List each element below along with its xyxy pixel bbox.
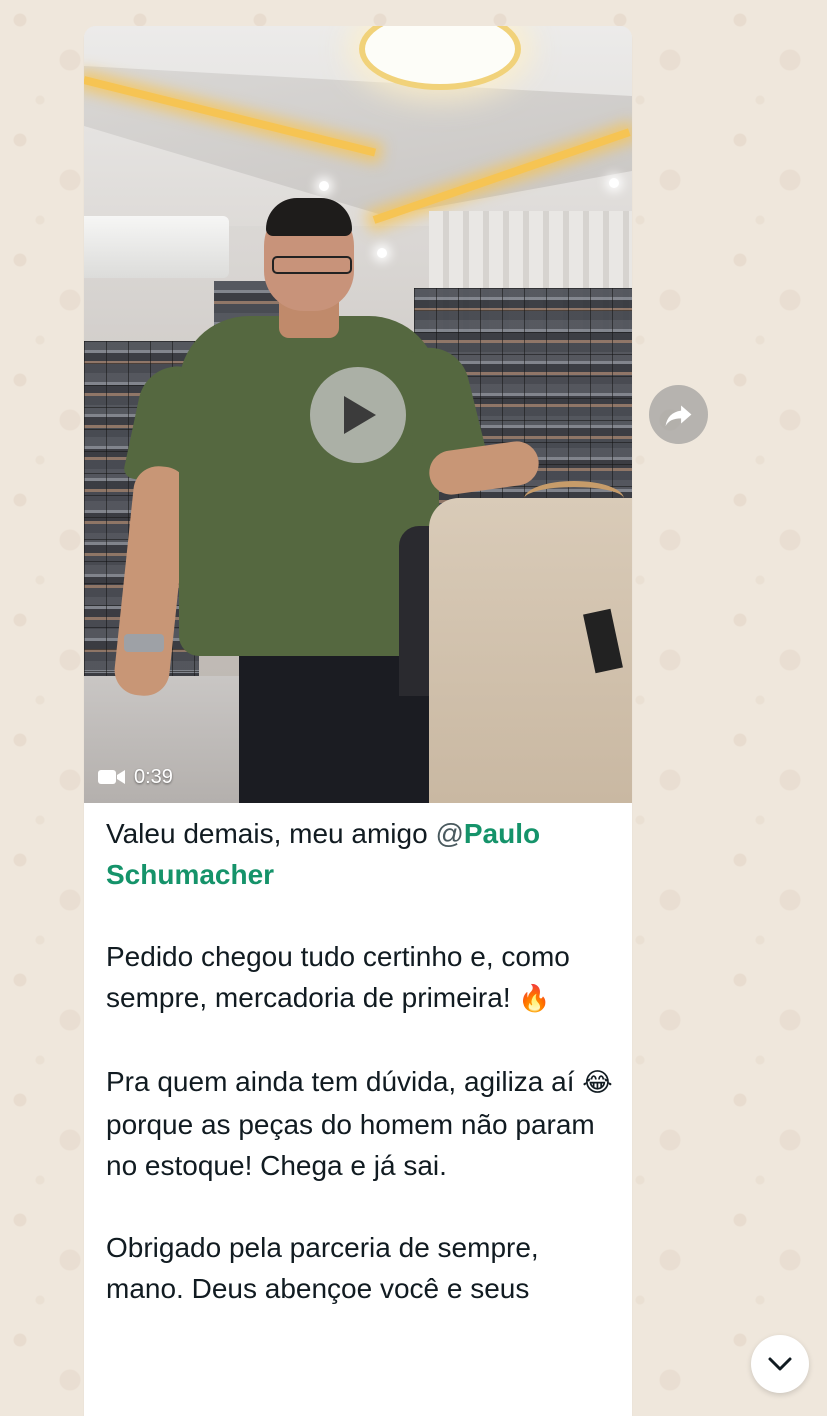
caption-text: Pedido chegou tudo certinho e, como semp… (106, 941, 570, 1013)
video-scene-person-hair (266, 198, 352, 236)
caption-paragraph: Pedido chegou tudo certinho e, como semp… (106, 936, 614, 1020)
caption-paragraph: Pra quem ainda tem dúvida, agiliza aí 😂 … (106, 1061, 614, 1186)
scroll-down-button[interactable] (751, 1335, 809, 1393)
video-thumbnail[interactable]: 0:39 (84, 26, 632, 803)
forward-icon (665, 405, 692, 427)
chevron-down-icon (768, 1357, 792, 1371)
message-caption: Valeu demais, meu amigo @Paulo Schumache… (106, 813, 614, 1309)
laughing-emoji: 😂 (582, 1068, 613, 1098)
video-duration-label: 0:39 (134, 765, 173, 788)
video-scene-person-glasses (272, 256, 352, 274)
mention-at-sign: @ (435, 818, 464, 849)
video-scene-spotlight (377, 248, 387, 258)
caption-text: porque as peças do homem não param no es… (106, 1109, 595, 1181)
video-scene-watch (124, 634, 164, 652)
video-duration: 0:39 (98, 764, 173, 790)
caption-text: Valeu demais, meu amigo (106, 818, 436, 849)
fire-emoji: 🔥 (518, 984, 551, 1014)
video-scene-hanger (524, 481, 624, 517)
caption-text: Pra quem ainda tem dúvida, agiliza aí (106, 1066, 583, 1097)
video-scene-spotlight (609, 178, 619, 188)
caption-paragraph: Valeu demais, meu amigo @Paulo Schumache… (106, 813, 614, 895)
play-icon (344, 396, 376, 434)
caption-paragraph: Obrigado pela parceria de sempre, mano. … (106, 1227, 614, 1309)
video-camera-icon (98, 770, 125, 784)
play-button[interactable] (310, 367, 406, 463)
caption-text: Obrigado pela parceria de sempre, mano. … (106, 1232, 539, 1304)
video-scene-spotlight (319, 181, 329, 191)
message-bubble[interactable]: 0:39 Valeu demais, meu amigo @Paulo Schu… (84, 26, 632, 1416)
video-scene-air-conditioner (84, 216, 229, 278)
forward-button[interactable] (649, 385, 708, 444)
